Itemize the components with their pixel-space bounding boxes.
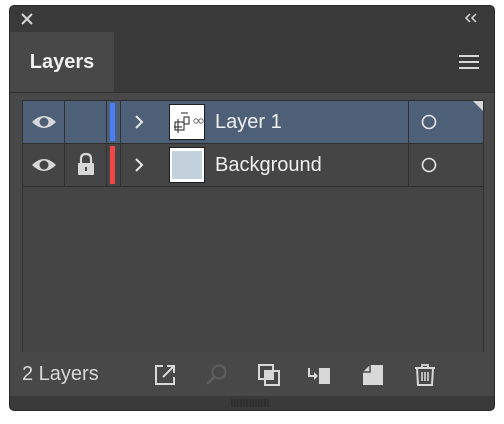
layer-row-layer-1[interactable]: Layer 1: [23, 101, 483, 144]
export-icon[interactable]: [152, 362, 178, 388]
search-icon: [206, 364, 227, 385]
lock-toggle[interactable]: [65, 144, 107, 186]
circle-target-icon[interactable]: [421, 157, 437, 173]
layer-count: 2 Layers: [22, 363, 99, 385]
hamburger-menu-icon[interactable]: [458, 54, 480, 70]
panel-resize-bar[interactable]: [10, 396, 494, 410]
new-layer-icon[interactable]: [360, 362, 386, 388]
panel-tabbar: Layers: [10, 32, 494, 93]
layer-row-background[interactable]: Background: [23, 144, 483, 187]
artwork-preview-icon: [174, 112, 204, 133]
column-divider: [408, 101, 409, 143]
selection-corner-marker: [473, 101, 483, 111]
close-icon[interactable]: [19, 11, 35, 27]
column-divider: [120, 101, 121, 143]
background-fill-preview: [172, 151, 202, 179]
column-divider: [408, 144, 409, 186]
layer-color-indicator: [110, 146, 115, 184]
visibility-toggle[interactable]: [23, 101, 65, 143]
layer-thumbnail: [169, 104, 205, 140]
layers-panel: Layers Layer 1 Background 2 Layers: [10, 6, 494, 410]
visibility-toggle[interactable]: [23, 144, 65, 186]
layer-color-indicator: [110, 103, 115, 141]
eye-icon: [32, 159, 56, 171]
eye-icon: [32, 116, 56, 128]
trash-icon[interactable]: [412, 362, 438, 388]
clipping-mask-icon[interactable]: [256, 362, 282, 388]
layers-list: Layer 1 Background: [22, 100, 484, 354]
layer-name[interactable]: Background: [215, 144, 322, 186]
circle-target-icon[interactable]: [421, 114, 437, 130]
tab-layers[interactable]: Layers: [10, 32, 114, 92]
lock-icon: [78, 152, 94, 175]
double-chevron-left-icon[interactable]: [462, 11, 480, 25]
panel-titlebar[interactable]: [10, 6, 494, 32]
resize-grip-icon[interactable]: [231, 399, 271, 407]
create-sublayer-icon[interactable]: [306, 362, 332, 388]
panel-footer: 2 Layers: [10, 352, 494, 396]
layer-thumbnail: [169, 147, 205, 183]
column-divider: [120, 144, 121, 186]
chevron-right-icon[interactable]: [129, 155, 149, 175]
chevron-right-icon[interactable]: [129, 112, 149, 132]
lock-toggle[interactable]: [65, 101, 107, 143]
layer-name[interactable]: Layer 1: [215, 101, 282, 143]
